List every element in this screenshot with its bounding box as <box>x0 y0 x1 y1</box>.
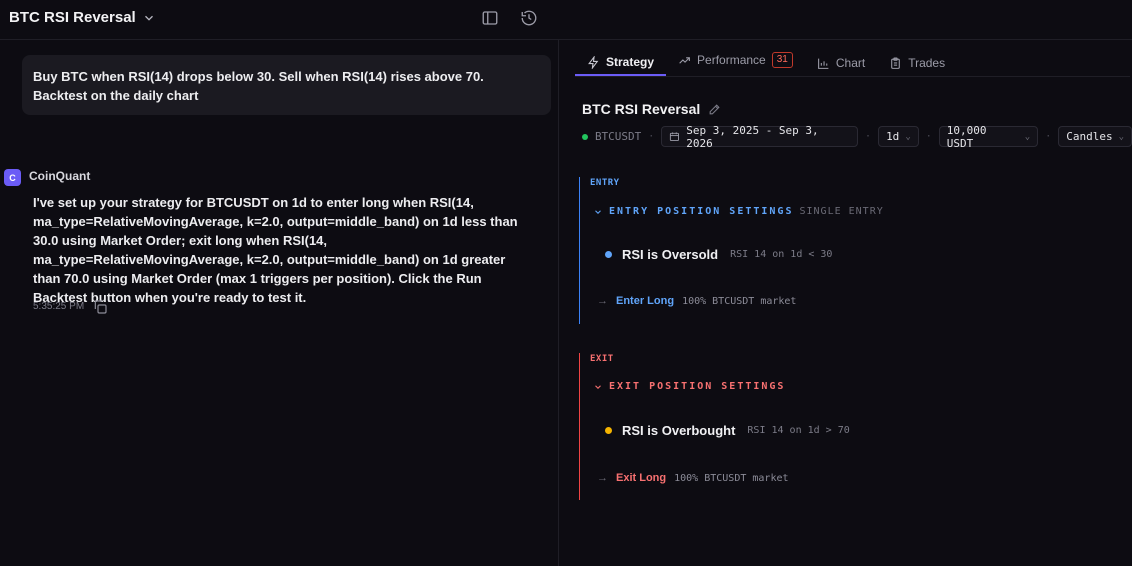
entry-action-name: Enter Long <box>616 295 675 307</box>
condition-dot <box>605 251 612 258</box>
user-message: Buy BTC when RSI(14) drops below 30. Sel… <box>22 55 551 115</box>
bot-name: CoinQuant <box>29 169 91 183</box>
history-icon[interactable] <box>519 8 539 28</box>
exit-section: EXIT EXIT POSITION SETTINGS RSI is Overb… <box>579 353 850 500</box>
exit-settings-toggle[interactable]: EXIT POSITION SETTINGS <box>593 381 785 392</box>
condition-dot <box>605 427 612 434</box>
trend-icon <box>678 54 691 67</box>
entry-subheading: SINGLE ENTRY <box>799 206 884 217</box>
strategy-selector[interactable]: BTC RSI Reversal <box>9 9 156 26</box>
chevron-down-icon: ⌄ <box>905 131 911 142</box>
exit-condition-name: RSI is Overbought <box>622 423 736 438</box>
exit-action[interactable]: → Exit Long 100% BTCUSDT market <box>597 472 789 484</box>
separator-dot: · <box>865 131 872 142</box>
bolt-icon <box>587 55 600 69</box>
symbol-label: BTCUSDT <box>594 130 642 143</box>
clipboard-icon <box>889 57 902 70</box>
timeframe-select[interactable]: 1d ⌄ <box>878 126 919 147</box>
arrow-right-icon: → <box>597 472 608 484</box>
arrow-right-icon: → <box>597 295 608 307</box>
chevron-down-icon <box>595 209 601 214</box>
tab-performance[interactable]: Performance 31 <box>666 47 805 73</box>
exit-condition[interactable]: RSI is Overbought RSI 14 on 1d > 70 <box>605 423 850 438</box>
app-title-text: BTC RSI Reversal <box>9 9 136 26</box>
pencil-icon[interactable] <box>708 103 721 116</box>
chart-icon <box>817 57 830 70</box>
chevron-down-icon <box>144 15 153 21</box>
entry-label: ENTRY <box>590 178 620 188</box>
separator-dot: · <box>648 131 655 142</box>
entry-action[interactable]: → Enter Long 100% BTCUSDT market <box>597 295 796 307</box>
tab-trades[interactable]: Trades <box>877 50 957 76</box>
app-root: BTC RSI Reversal Buy BTC when RSI(14) dr… <box>0 0 1132 566</box>
separator-dot: · <box>925 131 932 142</box>
bot-message: I've set up your strategy for BTCUSDT on… <box>33 195 518 305</box>
tab-strategy[interactable]: Strategy <box>575 50 667 76</box>
status-dot <box>582 133 588 140</box>
entry-condition[interactable]: RSI is Oversold RSI 14 on 1d < 30 <box>605 247 832 262</box>
entry-condition-expr: RSI 14 on 1d < 30 <box>730 249 833 260</box>
calendar-icon <box>670 132 680 142</box>
chevron-down-icon <box>595 384 601 389</box>
tab-label: Strategy <box>606 55 655 69</box>
tab-label: Trades <box>908 56 946 70</box>
chat-panel: Buy BTC when RSI(14) drops below 30. Sel… <box>0 40 559 566</box>
tab-label: Performance <box>697 53 766 67</box>
performance-badge: 31 <box>771 52 793 68</box>
tab-chart[interactable]: Chart <box>805 50 877 76</box>
exit-action-desc: 100% BTCUSDT market <box>674 472 789 484</box>
chart-type-value: Candles <box>1066 130 1113 143</box>
tab-bar: Strategy Performance 31 Chart Trades <box>575 50 957 77</box>
exit-action-name: Exit Long <box>616 472 667 484</box>
separator-dot: · <box>1045 131 1052 142</box>
capital-select[interactable]: 10,000 USDT ⌄ <box>938 123 1039 150</box>
strategy-title-text: BTC RSI Reversal <box>582 101 701 117</box>
entry-action-desc: 100% BTCUSDT market <box>682 295 797 307</box>
entry-condition-name: RSI is Oversold <box>622 247 719 262</box>
entry-settings-toggle[interactable]: ENTRY POSITION SETTINGS SINGLE ENTRY <box>593 206 884 217</box>
tabs-divider <box>575 76 1130 77</box>
exit-condition-expr: RSI 14 on 1d > 70 <box>747 425 850 436</box>
date-range-value: Sep 3, 2025 - Sep 3, 2026 <box>686 123 819 150</box>
strategy-meta-row: BTCUSDT · Sep 3, 2025 - Sep 3, 2026 · 1d… <box>582 123 1132 150</box>
chevron-down-icon: ⌄ <box>1024 131 1031 142</box>
exit-label: EXIT <box>590 354 614 364</box>
exit-heading: EXIT POSITION SETTINGS <box>609 381 786 392</box>
strategy-panel: Strategy Performance 31 Chart Trades BTC… <box>560 40 1132 566</box>
bot-avatar: C <box>4 169 21 186</box>
message-timestamp: 5:35:25 PM <box>33 301 85 312</box>
entry-section: ENTRY ENTRY POSITION SETTINGS SINGLE ENT… <box>579 177 883 324</box>
chart-type-select[interactable]: Candles ⌄ <box>1058 126 1132 147</box>
date-range-picker[interactable]: Sep 3, 2025 - Sep 3, 2026 <box>661 123 859 150</box>
top-bar: BTC RSI Reversal <box>0 0 1132 40</box>
timeframe-value: 1d <box>886 130 900 143</box>
strategy-title: BTC RSI Reversal <box>582 101 721 117</box>
sidebar-toggle-icon[interactable] <box>480 8 500 28</box>
copy-icon[interactable] <box>92 299 108 315</box>
entry-heading: ENTRY POSITION SETTINGS <box>609 206 794 217</box>
capital-value: 10,000 USDT <box>946 123 987 150</box>
tab-label: Chart <box>835 56 866 70</box>
chevron-down-icon: ⌄ <box>1118 131 1124 142</box>
